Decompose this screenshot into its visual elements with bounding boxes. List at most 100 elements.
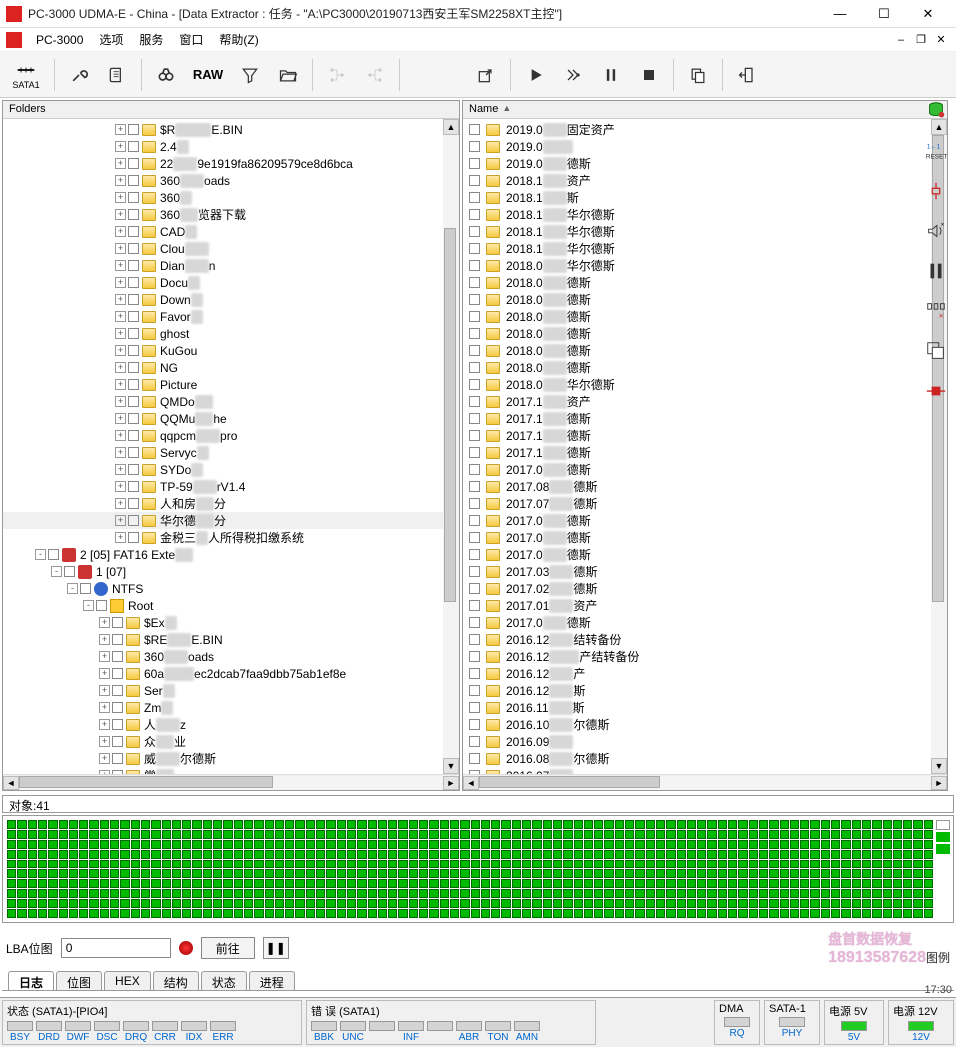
checkbox[interactable] — [128, 141, 139, 152]
expander-icon[interactable]: + — [115, 226, 126, 237]
tree-row[interactable]: +QMDoxxx — [3, 393, 459, 410]
list-item[interactable]: 2019.0xxxxx — [463, 138, 947, 155]
checkbox[interactable] — [128, 345, 139, 356]
tree-row[interactable]: +Favorxx — [3, 308, 459, 325]
components-icon[interactable]: × — [921, 298, 951, 324]
expander-icon[interactable]: + — [115, 311, 126, 322]
left-hscroll[interactable]: ◄ ► — [3, 774, 459, 790]
checkbox[interactable] — [469, 719, 480, 730]
tree-row[interactable]: +Clouxxxx — [3, 240, 459, 257]
checkbox[interactable] — [469, 175, 480, 186]
list-item[interactable]: 2017.0xxxx德斯 — [463, 512, 947, 529]
checkbox[interactable] — [469, 362, 480, 373]
checkbox[interactable] — [128, 192, 139, 203]
list-item[interactable]: 2017.07xxxx德斯 — [463, 495, 947, 512]
file-list[interactable]: 2019.0xxxx固定资产2019.0xxxxx2019.0xxxx德斯201… — [463, 119, 947, 774]
list-item[interactable]: 2017.0xxxx德斯 — [463, 614, 947, 631]
checkbox[interactable] — [128, 260, 139, 271]
expander-icon[interactable]: + — [115, 124, 126, 135]
expander-icon[interactable]: + — [115, 464, 126, 475]
folder-tree[interactable]: +$RxxxxxxE.BIN+2.4xx+22xxxx9e1919fa86209… — [3, 119, 459, 774]
checkbox[interactable] — [112, 668, 123, 679]
right-hscroll[interactable]: ◄ ► — [463, 774, 947, 790]
exit-icon[interactable] — [729, 57, 765, 93]
list-item[interactable]: 2016.07xxxx — [463, 767, 947, 774]
checkbox[interactable] — [112, 651, 123, 662]
list-item[interactable]: 2016.09xxxx — [463, 733, 947, 750]
list-item[interactable]: 2017.0xxxx德斯 — [463, 529, 947, 546]
tree-row[interactable]: +Picture — [3, 376, 459, 393]
checkbox[interactable] — [112, 634, 123, 645]
expander-icon[interactable]: + — [115, 175, 126, 186]
checkbox[interactable] — [112, 719, 123, 730]
big-pause-icon[interactable] — [921, 258, 951, 284]
list-item[interactable]: 2018.0xxxx德斯 — [463, 274, 947, 291]
checkbox[interactable] — [112, 617, 123, 628]
maximize-button[interactable]: ☐ — [862, 1, 906, 27]
tree-row[interactable]: +360xxxxoads — [3, 648, 459, 665]
expander-icon[interactable]: + — [115, 379, 126, 390]
tree-row[interactable]: +360xxx览器下载 — [3, 206, 459, 223]
tree-row[interactable]: +常xxx — [3, 767, 459, 774]
export-icon[interactable] — [468, 57, 504, 93]
list-item[interactable]: 2016.08xxxx尔德斯 — [463, 750, 947, 767]
checkbox[interactable] — [469, 481, 480, 492]
tree-row[interactable]: +$RxxxxxxE.BIN — [3, 121, 459, 138]
checkbox[interactable] — [112, 702, 123, 713]
checkbox[interactable] — [128, 243, 139, 254]
expander-icon[interactable]: + — [115, 345, 126, 356]
expander-icon[interactable]: + — [99, 634, 110, 645]
checkbox[interactable] — [128, 362, 139, 373]
expander-icon[interactable]: - — [35, 549, 46, 560]
checkbox[interactable] — [469, 668, 480, 679]
expander-icon[interactable]: + — [115, 532, 126, 543]
checkbox[interactable] — [469, 753, 480, 764]
checkbox[interactable] — [469, 243, 480, 254]
checkbox[interactable] — [469, 600, 480, 611]
list-item[interactable]: 2016.12xxxx结转备份 — [463, 631, 947, 648]
raw-button[interactable]: RAW — [186, 57, 230, 93]
expander-icon[interactable]: + — [115, 243, 126, 254]
tree-merge-icon[interactable] — [357, 57, 393, 93]
expander-icon[interactable]: + — [115, 328, 126, 339]
expander-icon[interactable]: + — [115, 447, 126, 458]
scroll-right-icon[interactable]: ► — [931, 776, 947, 790]
checkbox[interactable] — [96, 600, 107, 611]
list-item[interactable]: 2019.0xxxx固定资产 — [463, 121, 947, 138]
expander-icon[interactable]: + — [99, 736, 110, 747]
minimize-button[interactable]: — — [818, 1, 862, 27]
checkbox[interactable] — [469, 685, 480, 696]
tools-icon[interactable] — [61, 57, 97, 93]
checkbox[interactable] — [469, 226, 480, 237]
tab-hex[interactable]: HEX — [104, 971, 151, 990]
checkbox[interactable] — [128, 515, 139, 526]
connector-icon[interactable] — [921, 178, 951, 204]
checkbox[interactable] — [469, 124, 480, 135]
list-item[interactable]: 2018.1xxxx华尔德斯 — [463, 223, 947, 240]
checkbox[interactable] — [469, 617, 480, 628]
tree-row[interactable]: +$Exxx — [3, 614, 459, 631]
tree-row[interactable]: +Serxx — [3, 682, 459, 699]
tree-row[interactable]: +NG — [3, 359, 459, 376]
mdi-restore-button[interactable]: ❐ — [912, 31, 930, 49]
menu-pc3000[interactable]: PC-3000 — [28, 33, 91, 47]
list-item[interactable]: 2016.10xxxx尔德斯 — [463, 716, 947, 733]
play-icon[interactable] — [517, 57, 553, 93]
list-item[interactable]: 2016.11xxxx斯 — [463, 699, 947, 716]
tree-row[interactable]: +qqpcmxxxxpro — [3, 427, 459, 444]
expander-icon[interactable]: + — [99, 651, 110, 662]
expander-icon[interactable]: + — [115, 260, 126, 271]
list-item[interactable]: 2018.0xxxx德斯 — [463, 342, 947, 359]
checkbox[interactable] — [469, 736, 480, 747]
checkbox[interactable] — [128, 226, 139, 237]
checkbox[interactable] — [128, 311, 139, 322]
checkbox[interactable] — [469, 396, 480, 407]
tree-row[interactable]: +360xx — [3, 189, 459, 206]
scroll-down-icon[interactable]: ▼ — [443, 758, 459, 774]
list-item[interactable]: 2017.02xxxx德斯 — [463, 580, 947, 597]
checkbox[interactable] — [128, 481, 139, 492]
checkbox[interactable] — [469, 277, 480, 288]
list-item[interactable]: 2017.03xxxx德斯 — [463, 563, 947, 580]
stop-icon[interactable] — [631, 57, 667, 93]
scroll-left-icon[interactable]: ◄ — [3, 776, 19, 790]
